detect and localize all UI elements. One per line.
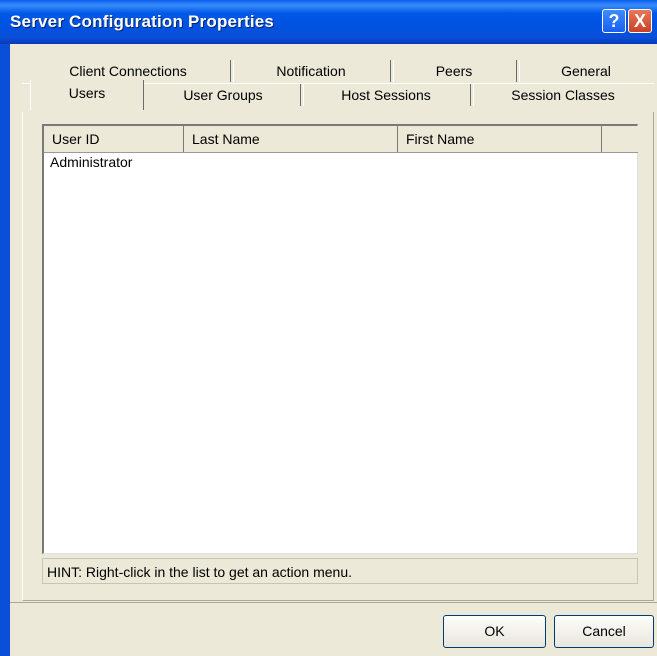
close-button[interactable]: X bbox=[628, 9, 652, 33]
tab-general[interactable]: General bbox=[520, 58, 652, 84]
cancel-button[interactable]: Cancel bbox=[554, 615, 654, 648]
window-border bbox=[0, 44, 10, 656]
column-header-user-id[interactable]: User ID bbox=[44, 126, 184, 152]
user-id-cell: Administrator bbox=[50, 154, 133, 170]
window-title: Server Configuration Properties bbox=[10, 12, 275, 31]
title-bar[interactable]: Server Configuration Properties ? X bbox=[0, 0, 657, 44]
hint-text: HINT: Right-click in the list to get an … bbox=[42, 558, 638, 584]
tab-host-sessions[interactable]: Host Sessions bbox=[304, 82, 468, 108]
tab-row-front: Users User Groups Host Sessions Session … bbox=[22, 80, 654, 110]
ok-button[interactable]: OK bbox=[443, 615, 546, 648]
column-header-extra[interactable] bbox=[602, 126, 638, 152]
help-button[interactable]: ? bbox=[602, 9, 626, 33]
tab-notification[interactable]: Notification bbox=[234, 58, 388, 84]
list-header: User ID Last Name First Name bbox=[44, 126, 638, 153]
tab-session-classes[interactable]: Session Classes bbox=[474, 82, 652, 108]
tab-peers[interactable]: Peers bbox=[394, 58, 514, 84]
list-item[interactable]: Administrator bbox=[50, 154, 132, 170]
divider bbox=[10, 602, 657, 603]
column-header-last-name[interactable]: Last Name bbox=[184, 126, 398, 152]
tab-user-groups[interactable]: User Groups bbox=[150, 82, 296, 108]
users-list[interactable]: User ID Last Name First Name Administrat… bbox=[42, 124, 638, 554]
server-configuration-dialog: Server Configuration Properties ? X Clie… bbox=[0, 0, 657, 656]
tab-users[interactable]: Users bbox=[30, 80, 144, 110]
column-header-first-name[interactable]: First Name bbox=[398, 126, 602, 152]
